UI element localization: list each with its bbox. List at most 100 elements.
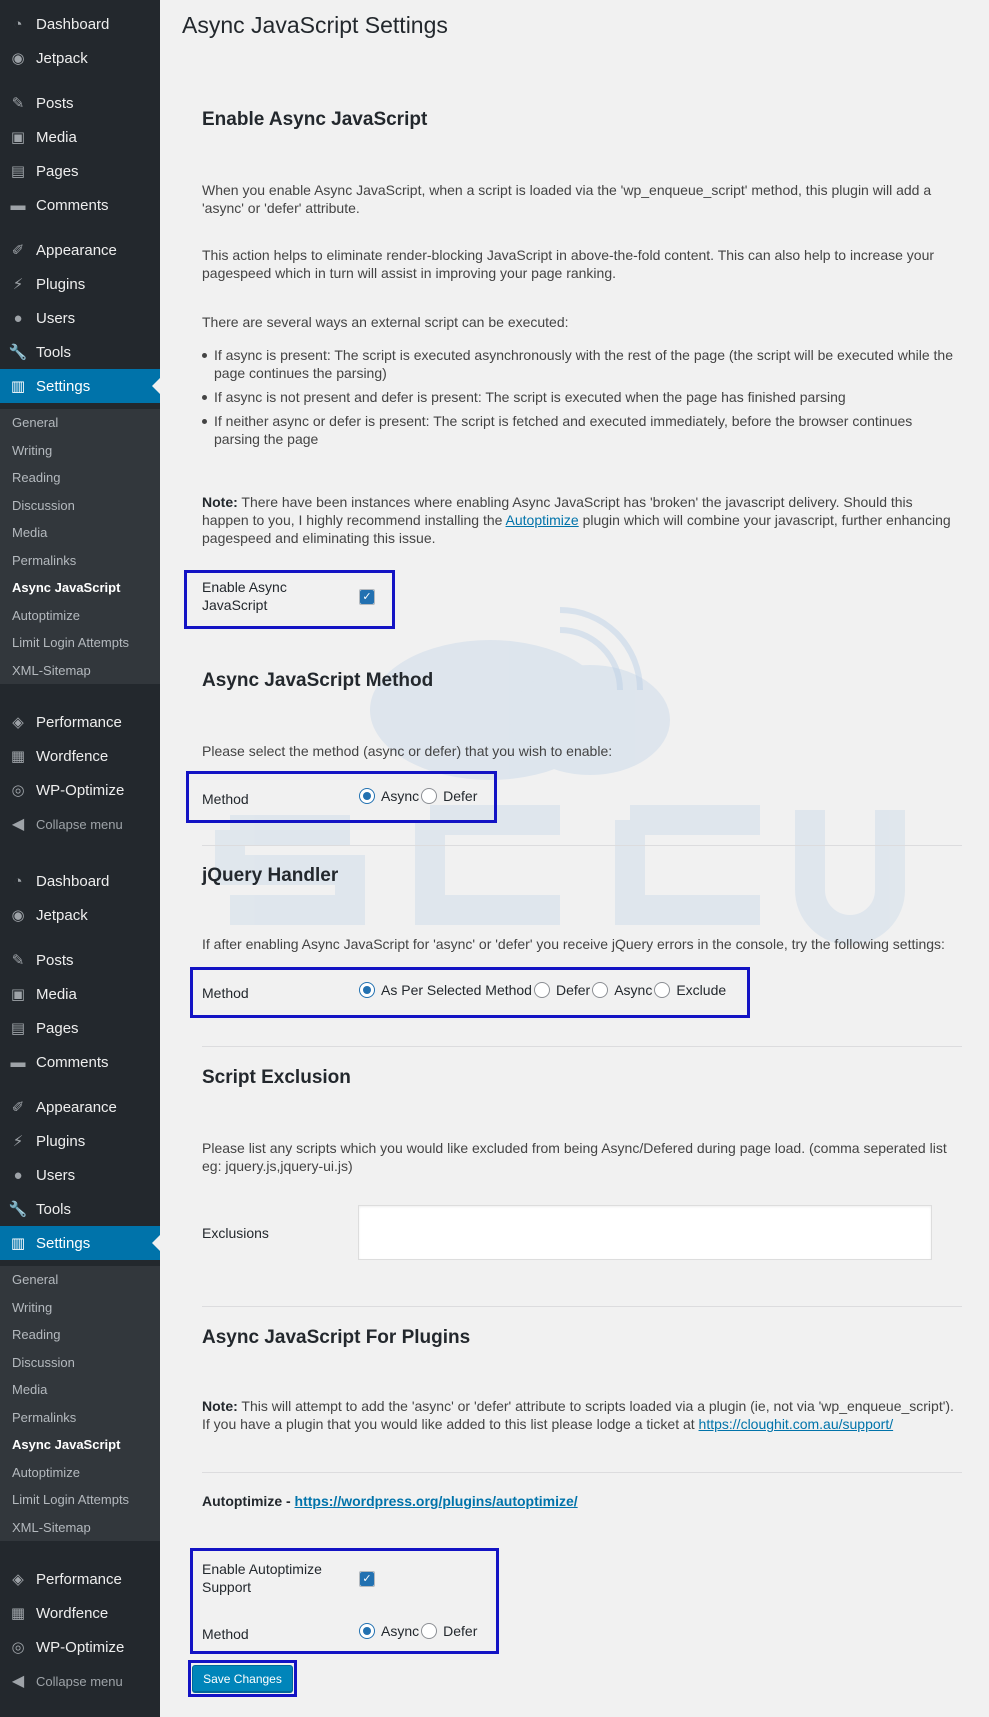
radio-unselected[interactable] (592, 982, 609, 998)
submenu-media[interactable]: Media (0, 1376, 160, 1404)
menu-wordfence[interactable]: ▦ Wordfence (0, 1596, 160, 1630)
autoptimize-label: Autoptimize - (202, 1493, 295, 1509)
radio-selected[interactable] (359, 1623, 375, 1639)
collapse-label: Collapse menu (36, 1673, 123, 1689)
section-divider (202, 1306, 962, 1307)
menu-performance[interactable]: ◈ Performance (0, 1562, 160, 1596)
menu-comments[interactable]: ▬ Comments (0, 1045, 160, 1079)
menu-jetpack[interactable]: ◉ Jetpack (0, 41, 160, 75)
menu-settings[interactable]: ▥ Settings (0, 1226, 160, 1260)
submenu-permalinks[interactable]: Permalinks (0, 547, 160, 575)
media-icon: ▣ (10, 129, 26, 146)
pages-icon: ▤ (10, 163, 26, 180)
enable-async-checkbox[interactable]: ✓ (359, 589, 375, 605)
submenu-discussion[interactable]: Discussion (0, 492, 160, 520)
exclusions-textarea[interactable] (358, 1205, 932, 1260)
menu-label: Jetpack (36, 49, 88, 67)
menu-users[interactable]: ● Users (0, 1158, 160, 1192)
autoptimize-option-async[interactable]: Async (359, 1623, 419, 1639)
menu-comments[interactable]: ▬ Comments (0, 188, 160, 222)
user-icon: ● (13, 309, 23, 327)
radio-unselected[interactable] (533, 982, 550, 998)
submenu-writing[interactable]: Writing (0, 1294, 160, 1322)
enable-autoptimize-checkbox[interactable]: ✓ (359, 1571, 375, 1587)
menu-pages[interactable]: ▤ Pages (0, 154, 160, 188)
submenu-media[interactable]: Media (0, 519, 160, 547)
menu-posts[interactable]: ✎ Posts (0, 943, 160, 977)
autoptimize-option-defer[interactable]: Defer (421, 1623, 477, 1639)
comment-icon: ▬ (10, 196, 26, 214)
submenu-general[interactable]: General (0, 409, 160, 437)
collapse-icon: ◀ (11, 1673, 25, 1690)
submenu-limit-login[interactable]: Limit Login Attempts (0, 1486, 160, 1514)
jquery-option-per-selected[interactable]: As Per Selected Method (359, 982, 532, 998)
list-item: If async is not present and defer is pre… (202, 388, 962, 406)
menu-posts[interactable]: ✎ Posts (0, 86, 160, 120)
performance-icon: ◈ (12, 714, 24, 731)
method-option-defer[interactable]: Defer (421, 788, 477, 804)
collapse-menu[interactable]: ◀ Collapse menu (0, 807, 160, 841)
save-changes-button[interactable]: Save Changes (192, 1665, 293, 1692)
menu-wp-optimize[interactable]: ◎ WP-Optimize (0, 1630, 160, 1664)
radio-selected[interactable] (359, 982, 375, 998)
submenu-writing[interactable]: Writing (0, 437, 160, 465)
menu-wp-optimize[interactable]: ◎ WP-Optimize (0, 773, 160, 807)
submenu-autoptimize[interactable]: Autoptimize (0, 602, 160, 630)
menu-users[interactable]: ● Users (0, 301, 160, 335)
page-title: Async JavaScript Settings (182, 12, 448, 38)
option-label: Defer (555, 982, 591, 998)
radio-selected[interactable] (359, 788, 375, 804)
autoptimize-link[interactable]: Autoptimize (506, 512, 579, 528)
menu-tools[interactable]: 🔧 Tools (0, 335, 160, 369)
menu-pages[interactable]: ▤ Pages (0, 1011, 160, 1045)
jquery-option-async[interactable]: Async (592, 982, 652, 998)
submenu-limit-login[interactable]: Limit Login Attempts (0, 629, 160, 657)
autoptimize-wordpress-link[interactable]: https://wordpress.org/plugins/autoptimiz… (295, 1493, 578, 1509)
menu-plugins[interactable]: ⚡ Plugins (0, 267, 160, 301)
method-radio-group: Async Defer (359, 788, 479, 804)
menu-plugins[interactable]: ⚡ Plugins (0, 1124, 160, 1158)
menu-media[interactable]: ▣ Media (0, 120, 160, 154)
menu-appearance[interactable]: ✐ Appearance (0, 233, 160, 267)
menu-jetpack[interactable]: ◉ Jetpack (0, 898, 160, 932)
radio-unselected[interactable] (654, 982, 671, 998)
radio-unselected[interactable] (421, 788, 438, 804)
menu-tools[interactable]: 🔧 Tools (0, 1192, 160, 1226)
menu-dashboard[interactable]: ◔ Dashboard (0, 7, 160, 41)
submenu-autoptimize[interactable]: Autoptimize (0, 1459, 160, 1487)
menu-dashboard[interactable]: ◔ Dashboard (0, 864, 160, 898)
method-option-async[interactable]: Async (359, 788, 419, 804)
jquery-radio-group: As Per Selected Method Defer Async Exclu… (359, 982, 728, 998)
submenu-reading[interactable]: Reading (0, 464, 160, 492)
submenu-async-javascript[interactable]: Async JavaScript (0, 574, 160, 602)
menu-performance[interactable]: ◈ Performance (0, 705, 160, 739)
menu-appearance[interactable]: ✐ Appearance (0, 1090, 160, 1124)
menu-label: Settings (36, 1234, 91, 1252)
collapse-menu[interactable]: ◀ Collapse menu (0, 1664, 160, 1698)
submenu-xml-sitemap[interactable]: XML-Sitemap (0, 657, 160, 685)
support-link[interactable]: https://cloughit.com.au/support/ (699, 1416, 894, 1432)
submenu-xml-sitemap[interactable]: XML-Sitemap (0, 1514, 160, 1542)
menu-wordfence[interactable]: ▦ Wordfence (0, 739, 160, 773)
jquery-description: If after enabling Async JavaScript for '… (202, 936, 945, 952)
submenu-general[interactable]: General (0, 1266, 160, 1294)
jquery-option-exclude[interactable]: Exclude (654, 982, 726, 998)
submenu-permalinks[interactable]: Permalinks (0, 1404, 160, 1432)
menu-label: Appearance (36, 241, 117, 259)
submenu-async-javascript[interactable]: Async JavaScript (0, 1431, 160, 1459)
jquery-option-defer[interactable]: Defer (533, 982, 591, 998)
option-label: As Per Selected Method (381, 982, 532, 998)
menu-media[interactable]: ▣ Media (0, 977, 160, 1011)
collapse-label: Collapse menu (36, 816, 123, 832)
method-label: Method (202, 791, 249, 807)
section-heading-enable: Enable Async JavaScript (202, 109, 428, 130)
settings-icon: ▥ (10, 378, 26, 395)
submenu-discussion[interactable]: Discussion (0, 1349, 160, 1377)
radio-unselected[interactable] (421, 1623, 438, 1639)
menu-settings[interactable]: ▥ Settings (0, 369, 160, 403)
menu-label: Tools (36, 343, 72, 361)
checkmark-icon: ✓ (360, 1572, 374, 1586)
exclusions-label: Exclusions (202, 1225, 269, 1241)
submenu-reading[interactable]: Reading (0, 1321, 160, 1349)
jetpack-icon: ◉ (11, 907, 25, 924)
